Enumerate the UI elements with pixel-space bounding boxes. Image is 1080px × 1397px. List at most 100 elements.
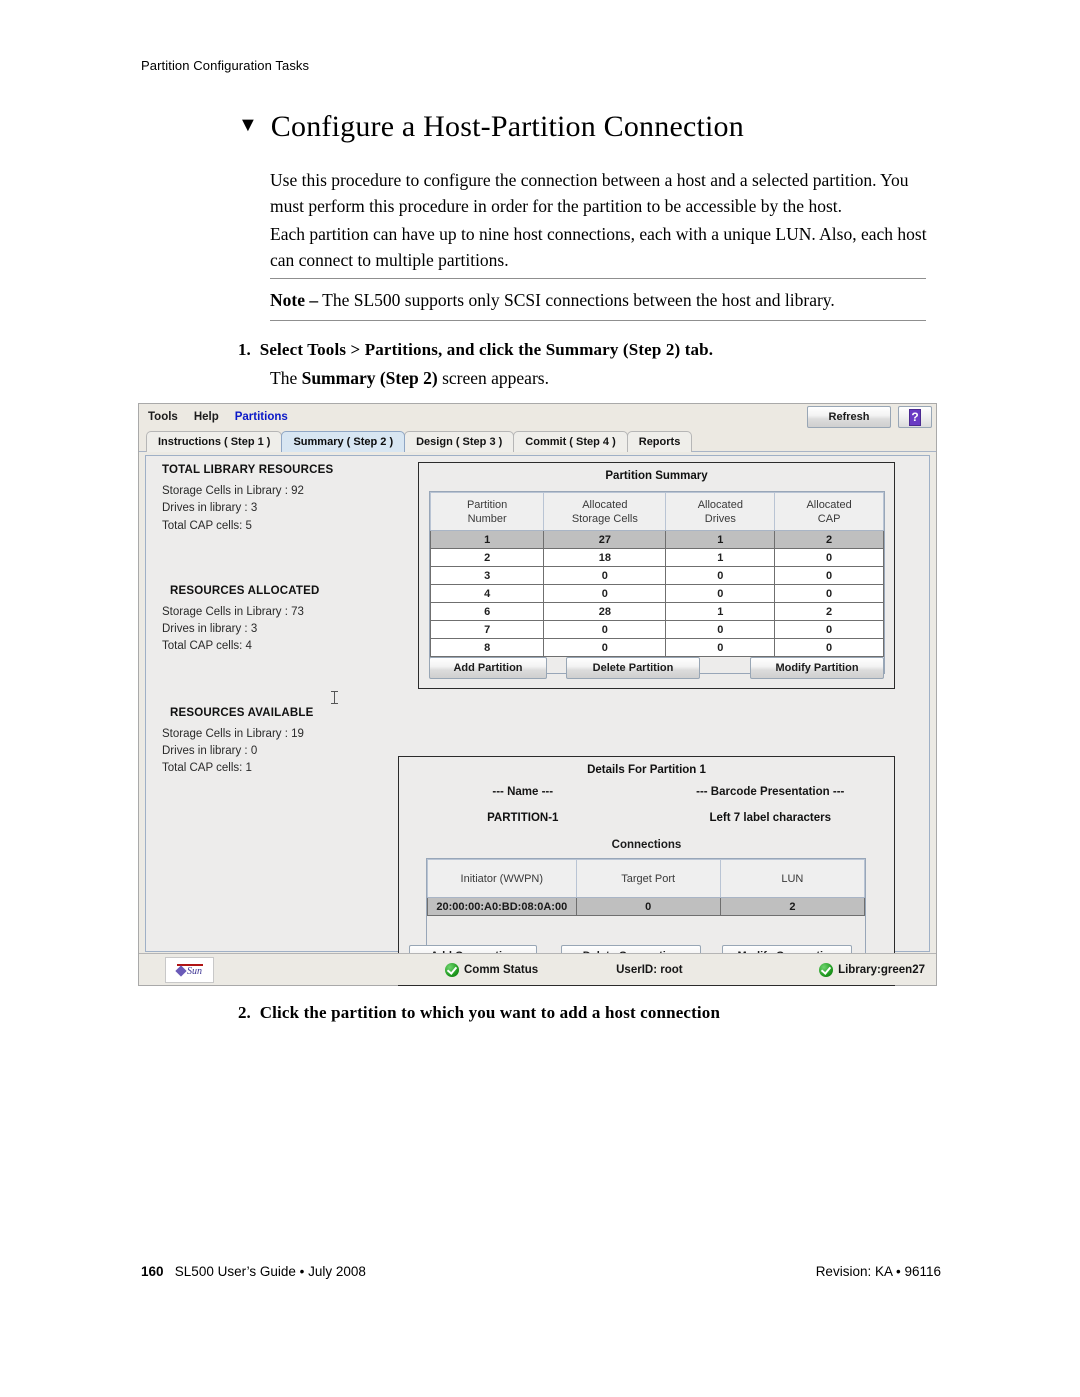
available-drives: Drives in library : 0 (162, 744, 258, 757)
table-header-row: Partition Number Allocated Storage Cells A… (429, 492, 884, 531)
help-button[interactable]: ? (898, 406, 932, 428)
cell-storage-cells: 0 (543, 638, 667, 657)
cell-storage-cells: 18 (543, 548, 667, 567)
table-row[interactable]: 20:00:00:A0:BD:08:0A:00 0 2 (427, 897, 866, 916)
summary-panel: TOTAL LIBRARY RESOURCES Storage Cells in… (145, 455, 930, 986)
allocated-storage-cells: Storage Cells in Library : 73 (162, 605, 304, 618)
partition-summary-table[interactable]: Partition Number Allocated Storage Cells A… (429, 492, 884, 657)
question-mark-icon: ? (909, 408, 921, 426)
sun-logo: Sun (165, 956, 214, 983)
page-title: Configure a Host-Partition Connection (270, 110, 744, 143)
partition-summary-table-wrap: Partition Number Allocated Storage Cells A… (429, 491, 885, 674)
total-library-resources-group: TOTAL LIBRARY RESOURCES Storage Cells in… (162, 464, 394, 535)
step-2: 2. Click the partition to which you want… (238, 1003, 944, 1023)
user-id-indicator: UserID: root (616, 964, 682, 976)
delete-partition-button[interactable]: Delete Partition (566, 657, 700, 679)
col-allocated-drives: Allocated Drives (665, 492, 776, 531)
cell-storage-cells: 0 (543, 584, 667, 603)
cell-drives: 0 (665, 584, 776, 603)
cell-drives: 1 (665, 548, 776, 567)
step-1-sub-bold: Summary (Step 2) (301, 368, 438, 388)
cell-partition-number: 1 (429, 530, 545, 549)
col-allocated-storage-cells: Allocated Storage Cells (543, 492, 667, 531)
note-text-row: Note – The SL500 supports only SCSI conn… (270, 279, 926, 320)
note-rule-bottom (270, 320, 926, 321)
add-partition-button[interactable]: Add Partition (429, 657, 547, 679)
col-allocated-cap: Allocated CAP (774, 492, 884, 531)
resources-allocated-heading: RESOURCES ALLOCATED (170, 584, 320, 597)
table-row[interactable]: 7 0 0 0 (429, 620, 884, 639)
partition-summary-title: Partition Summary (605, 470, 708, 482)
modify-partition-button[interactable]: Modify Partition (750, 657, 884, 679)
cell-cap: 0 (774, 566, 884, 585)
menu-item-tools[interactable]: Tools (148, 411, 178, 423)
user-id-label: UserID: root (616, 963, 683, 976)
cell-drives: 0 (665, 566, 776, 585)
step-1: 1. Select Tools > Partitions, and click … (238, 340, 944, 360)
cell-drives: 1 (665, 530, 776, 549)
sun-logo-mark: Sun (175, 965, 202, 977)
cell-cap: 0 (774, 638, 884, 657)
page-heading-row: ▼ Configure a Host-Partition Connection (238, 110, 958, 144)
total-storage-cells: Storage Cells in Library : 92 (162, 485, 304, 497)
resources-column: TOTAL LIBRARY RESOURCES Storage Cells in… (162, 464, 394, 777)
partition-summary-viewport[interactable]: Partition Number Allocated Storage Cells A… (429, 491, 885, 674)
total-library-resources-heading: TOTAL LIBRARY RESOURCES (162, 464, 334, 476)
resources-available-group: RESOURCES AVAILABLE Storage Cells in Lib… (162, 707, 394, 778)
table-row[interactable]: 6 28 1 2 (429, 602, 884, 621)
section-marker-icon: ▼ (238, 114, 258, 136)
col-partition-number-l1: Partition (466, 498, 508, 511)
step-2-text: Click the partition to which you want to… (259, 1003, 721, 1022)
library-status-indicator: Library:green27 (819, 962, 925, 977)
table-row[interactable]: 8 0 0 0 (429, 638, 884, 657)
cell-storage-cells: 28 (543, 602, 667, 621)
step-1-sub-prefix: The (270, 368, 302, 388)
page-footer: 160 SL500 User’s Guide • July 2008 Revis… (141, 1264, 941, 1279)
sun-diamond-icon (175, 965, 187, 977)
cell-partition-number: 4 (429, 584, 545, 603)
cell-cap: 2 (774, 602, 884, 621)
comm-status-indicator: Comm Status (445, 962, 538, 977)
total-cap-cells: Total CAP cells: 5 (162, 519, 252, 532)
barcode-presentation-field: --- Barcode Presentation --- Left 7 labe… (647, 786, 895, 824)
table-header-row: Initiator (WWPN) Target Port LUN (427, 859, 866, 898)
step-1-subtext: The Summary (Step 2) screen appears. (270, 368, 549, 389)
partition-details-group: Details For Partition 1 --- Name --- PAR… (398, 756, 895, 986)
cell-drives: 1 (665, 602, 776, 621)
table-row[interactable]: 2 18 1 0 (429, 548, 884, 567)
tab-instructions-step1[interactable]: Instructions ( Step 1 ) (146, 431, 283, 452)
check-circle-icon (819, 962, 834, 977)
cell-partition-number: 8 (429, 638, 545, 657)
allocated-cap-cells: Total CAP cells: 4 (162, 640, 252, 653)
menu-item-partitions[interactable]: Partitions (235, 411, 288, 423)
menu-item-help[interactable]: Help (194, 411, 219, 423)
note-text: The SL500 supports only SCSI connections… (322, 290, 835, 310)
resources-allocated-group: RESOURCES ALLOCATED Storage Cells in Lib… (162, 585, 394, 656)
refresh-button[interactable]: Refresh (807, 406, 891, 428)
partition-name-value: PARTITION-1 (487, 812, 559, 824)
tab-design-step3[interactable]: Design ( Step 3 ) (404, 431, 515, 452)
tab-summary-step2[interactable]: Summary ( Step 2 ) (281, 431, 406, 452)
status-bar: Sun Comm Status UserID: root Library:gre… (139, 953, 936, 985)
library-status-label: Library:green27 (838, 963, 925, 976)
barcode-presentation-label: --- Barcode Presentation --- (696, 786, 845, 798)
footer-left-group: 160 SL500 User’s Guide • July 2008 (141, 1264, 366, 1279)
tab-commit-step4[interactable]: Commit ( Step 4 ) (513, 431, 628, 452)
allocated-drives: Drives in library : 3 (162, 623, 258, 635)
toolbar-buttons: Refresh ? (807, 406, 932, 428)
available-cap-cells: Total CAP cells: 1 (162, 762, 252, 774)
connections-table[interactable]: Initiator (WWPN) Target Port LUN 20:00:0… (427, 859, 866, 916)
application-window: Tools Help Partitions Refresh ? Instruct… (138, 403, 937, 986)
resources-available-heading: RESOURCES AVAILABLE (170, 706, 314, 719)
table-row[interactable]: 4 0 0 0 (429, 584, 884, 603)
tab-bar: Instructions ( Step 1 ) Summary ( Step 2… (139, 430, 936, 452)
intro-paragraph-1: Use this procedure to configure the conn… (270, 170, 909, 216)
col-initiator-wwpn: Initiator (WWPN) (427, 859, 577, 898)
cell-cap: 0 (774, 620, 884, 639)
note-block: Note – The SL500 supports only SCSI conn… (270, 278, 926, 321)
table-row[interactable]: 3 0 0 0 (429, 566, 884, 585)
table-row[interactable]: 1 27 1 2 (429, 530, 884, 549)
cell-storage-cells: 0 (543, 566, 667, 585)
step-1-sub-suffix: screen appears. (437, 368, 549, 388)
tab-reports[interactable]: Reports (626, 431, 693, 452)
